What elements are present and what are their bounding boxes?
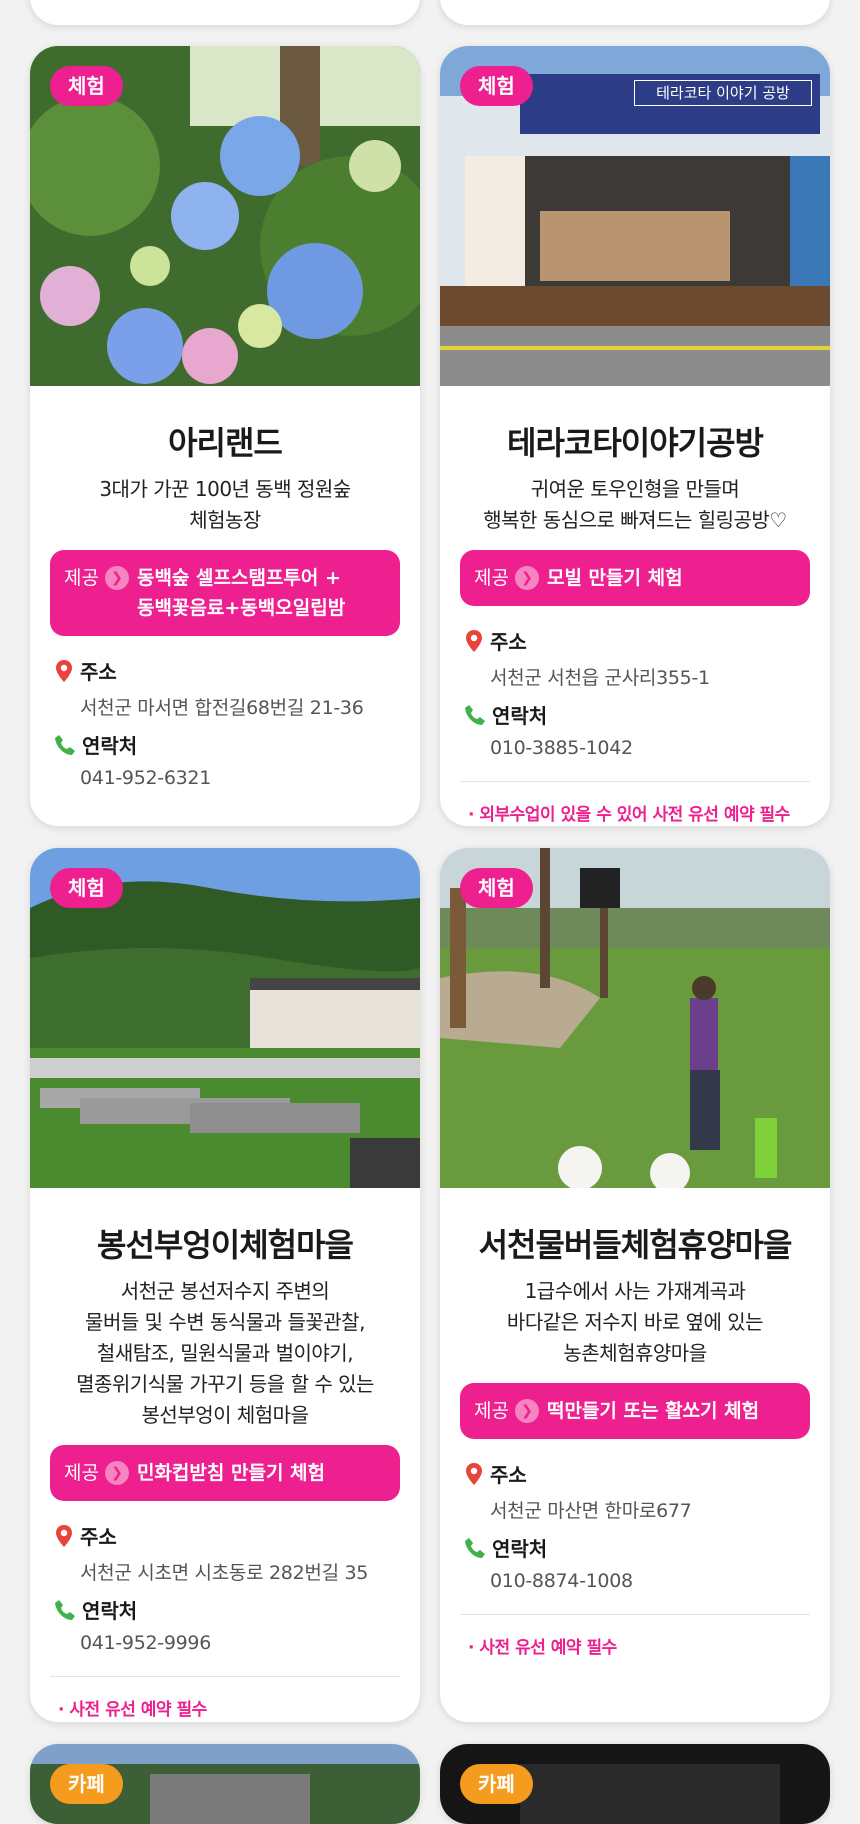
card-partial-top-right[interactable] (440, 0, 830, 25)
phone-icon (465, 704, 485, 725)
chevron-right-icon: ❯ (104, 1461, 129, 1485)
phone-icon (55, 734, 75, 755)
contact-header: 연락처 (464, 1533, 806, 1562)
place-photo: 체험 (30, 46, 420, 386)
address-value: 서천군 마서면 합전길68번길 21-36 (80, 697, 364, 719)
contact-label: 연락처 (82, 1599, 138, 1623)
offer-label: 제공 (474, 1400, 509, 1422)
offer-label: 제공 (64, 567, 99, 589)
contact-label: 연락처 (492, 704, 548, 728)
offer-box: 제공 ❯ 떡만들기 또는 활쏘기 체험 (460, 1383, 810, 1439)
address-header: 주소 (54, 656, 396, 685)
contact-header: 연락처 (464, 700, 806, 729)
contact-value[interactable]: 010-8874-1008 (464, 1570, 806, 1592)
card-partial-bottom-right[interactable]: 카페 (440, 1744, 830, 1824)
phone-icon (465, 1537, 485, 1558)
place-photo: 카페 (440, 1744, 830, 1824)
place-description: 귀여운 토우인형을 만들며 행복한 동심으로 빠져드는 힐링공방♡ (483, 477, 787, 532)
place-description: 서천군 봉선저수지 주변의 물버들 및 수변 동식물과 들꽃관찰, 철새탐조, … (76, 1279, 374, 1427)
place-card-mulbeodeul[interactable]: 체험 서천물버들체험휴양마을 1급수에서 사는 가재계곡과 바다같은 저수지 바… (440, 848, 830, 1722)
place-photo: 체험 (30, 848, 420, 1188)
offer-box: 제공 ❯ 민화컵받침 만들기 체험 (50, 1445, 400, 1501)
address-label: 주소 (490, 1463, 527, 1487)
address-label: 주소 (490, 630, 527, 654)
offer-label: 제공 (64, 1462, 99, 1484)
place-title: 봉선부엉이체험마을 (97, 1226, 354, 1264)
address-label: 주소 (80, 1525, 117, 1549)
offer-label: 제공 (474, 567, 509, 589)
address-header: 주소 (464, 1459, 806, 1488)
contact-value[interactable]: 041-952-6321 (54, 767, 396, 789)
chevron-right-icon: ❯ (514, 566, 539, 590)
contact-label: 연락처 (82, 734, 138, 758)
phone-icon (55, 1599, 75, 1620)
contact-value[interactable]: 010-3885-1042 (464, 737, 806, 759)
category-badge: 체험 (50, 868, 123, 908)
place-title: 아리랜드 (168, 424, 283, 462)
card-partial-top-left[interactable] (30, 0, 420, 25)
category-badge: 카페 (50, 1764, 123, 1804)
place-title: 테라코타이야기공방 (507, 424, 764, 462)
address-header: 주소 (464, 626, 806, 655)
offer-text: 모빌 만들기 체험 (546, 567, 683, 589)
card-partial-bottom-left[interactable]: 카페 (30, 1744, 420, 1824)
offer-text: 민화컵받침 만들기 체험 (136, 1462, 325, 1484)
category-badge: 체험 (460, 66, 533, 106)
address-label: 주소 (80, 660, 117, 684)
address-value: 서천군 서천읍 군사리355-1 (490, 667, 710, 689)
location-pin-icon (466, 629, 482, 652)
address-value: 서천군 시초면 시초동로 282번길 35 (80, 1562, 369, 1584)
contact-value[interactable]: 041-952-9996 (54, 1632, 396, 1654)
place-photo: 테라코타 이야기 공방 체험 (440, 46, 830, 386)
location-pin-icon (56, 1524, 72, 1547)
place-photo: 체험 (440, 848, 830, 1188)
reservation-note: · 사전 유선 예약 필수 (468, 1638, 617, 1658)
offer-text: 떡만들기 또는 활쏘기 체험 (546, 1400, 760, 1422)
place-description: 1급수에서 사는 가재계곡과 바다같은 저수지 바로 옆에 있는 농촌체험휴양마… (506, 1279, 764, 1365)
place-description: 3대가 가꾼 100년 동백 정원숲 체험농장 (99, 477, 351, 532)
contact-label: 연락처 (492, 1537, 548, 1561)
shop-sign: 테라코타 이야기 공방 (634, 80, 812, 106)
category-badge: 체험 (460, 868, 533, 908)
chevron-right-icon: ❯ (104, 566, 129, 590)
offer-box: 제공 ❯ 동백숲 셀프스탬프투어 + 동백꽃음료+동백오일립밤 (50, 550, 400, 636)
contact-header: 연락처 (54, 730, 396, 759)
place-card-bongseon[interactable]: 체험 봉선부엉이체험마을 서천군 봉선저수지 주변의 물버들 및 수변 동식물과… (30, 848, 420, 1722)
chevron-right-icon: ❯ (514, 1399, 539, 1423)
address-value: 서천군 마산면 한마로677 (490, 1500, 692, 1522)
category-badge: 체험 (50, 66, 123, 106)
category-badge: 카페 (460, 1764, 533, 1804)
contact-header: 연락처 (54, 1595, 396, 1624)
location-pin-icon (56, 659, 72, 682)
offer-text: 동백숲 셀프스탬프투어 + 동백꽃음료+동백오일립밤 (136, 567, 346, 619)
place-card-terracotta[interactable]: 테라코타 이야기 공방 체험 테라코타이야기공방 귀여운 토우인형을 만들며 행… (440, 46, 830, 826)
reservation-note: · 사전 유선 예약 필수 (58, 1700, 207, 1720)
address-header: 주소 (54, 1521, 396, 1550)
place-title: 서천물버들체험휴양마을 (478, 1226, 793, 1264)
location-pin-icon (466, 1462, 482, 1485)
offer-box: 제공 ❯ 모빌 만들기 체험 (460, 550, 810, 606)
reservation-note: · 외부수업이 있을 수 있어 사전 유선 예약 필수 (468, 805, 790, 825)
place-photo: 카페 (30, 1744, 420, 1824)
place-card-ariland[interactable]: 체험 아리랜드 3대가 가꾼 100년 동백 정원숲 체험농장 제공 ❯ 동백숲… (30, 46, 420, 826)
